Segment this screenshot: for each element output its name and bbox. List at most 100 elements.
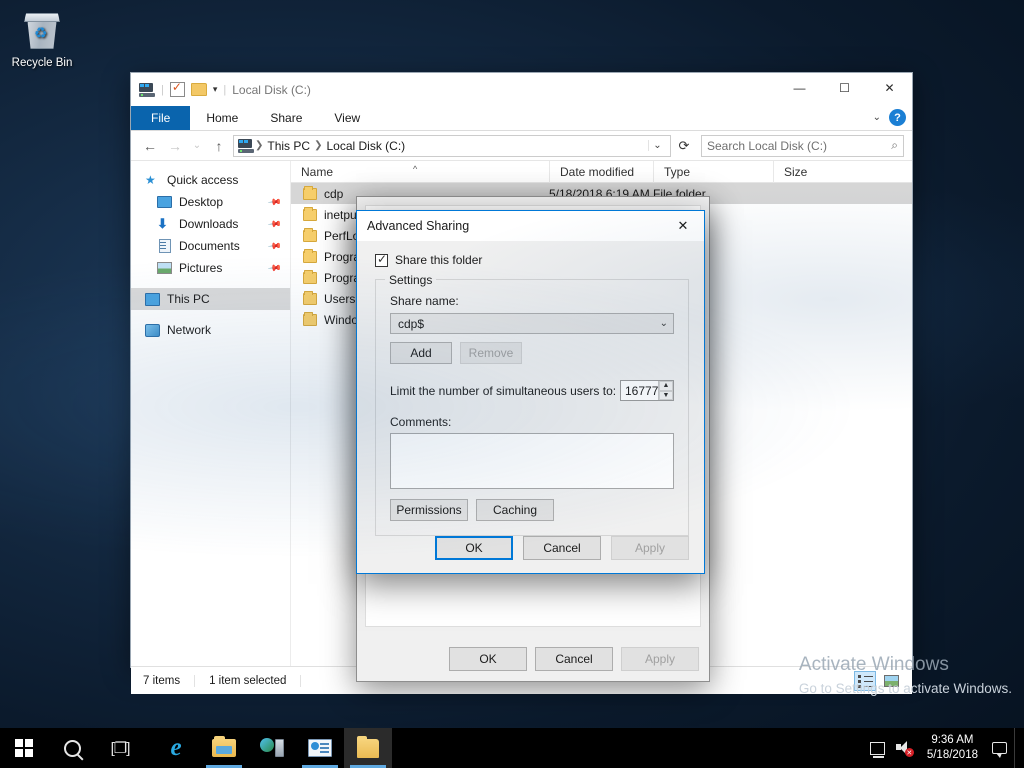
system-tray[interactable]: ✕ 9:36 AM 5/18/2018	[865, 728, 1024, 768]
sidebar-item-this-pc[interactable]: This PC	[131, 288, 290, 310]
this-pc-icon[interactable]	[139, 83, 155, 97]
search-icon[interactable]: ⌕	[891, 138, 898, 153]
column-header-date-modified[interactable]: Date modified	[549, 161, 653, 183]
cancel-button[interactable]: Cancel	[523, 536, 601, 560]
share-this-folder-checkbox[interactable]	[375, 254, 388, 267]
tab-view[interactable]: View	[318, 106, 376, 130]
tab-file[interactable]: File	[131, 106, 190, 130]
recent-locations-button[interactable]: ⌄	[189, 140, 205, 151]
comments-textarea[interactable]	[390, 433, 674, 489]
desktop-icon-recycle-bin[interactable]: ♻ Recycle Bin	[6, 8, 78, 69]
view-mode-buttons[interactable]	[854, 671, 902, 691]
file-name: cdp	[324, 187, 343, 201]
taskbar-file-explorer[interactable]	[200, 728, 248, 768]
back-button[interactable]: ←	[139, 138, 161, 154]
spinner-buttons[interactable]: ▲ ▼	[658, 381, 673, 400]
breadcrumb[interactable]: ❯ This PC ❯ Local Disk (C:) ⌄	[233, 135, 671, 157]
properties-icon[interactable]	[170, 82, 185, 97]
permissions-button[interactable]: Permissions	[390, 499, 468, 521]
breadcrumb-local-disk[interactable]: Local Disk (C:)	[323, 139, 408, 153]
sidebar-item-documents[interactable]: Documents 📌	[131, 235, 290, 257]
close-icon[interactable]: ✕	[662, 212, 704, 241]
share-name-combobox[interactable]: cdp$ ⌄	[390, 313, 674, 334]
advanced-sharing-dialog[interactable]: Advanced Sharing ✕ Share this folder Set…	[356, 210, 705, 574]
ribbon-right-controls[interactable]: ⌄ ?	[873, 109, 906, 126]
column-header-name[interactable]: Name ^	[291, 161, 549, 183]
breadcrumb-this-pc[interactable]: This PC	[264, 139, 313, 153]
advanced-sharing-footer[interactable]: OK Cancel Apply	[357, 523, 704, 573]
details-view-button[interactable]	[854, 671, 876, 691]
taskbar[interactable]: [❐] e ✕ 9:36 AM 5/18/2018	[0, 728, 1024, 768]
properties-dialog-buttons[interactable]: OK Cancel Apply	[449, 647, 699, 671]
forward-button[interactable]: →	[164, 138, 186, 154]
window-controls[interactable]: — ☐ ✕	[777, 73, 912, 102]
sidebar-item-downloads[interactable]: ⬇ Downloads 📌	[131, 213, 290, 235]
advanced-sharing-title-bar[interactable]: Advanced Sharing ✕	[357, 211, 704, 241]
show-desktop-button[interactable]	[1014, 728, 1020, 768]
address-bar[interactable]: ← → ⌄ ↑ ❯ This PC ❯ Local Disk (C:) ⌄ ⟳ …	[131, 131, 912, 160]
taskbar-internet-explorer[interactable]: e	[152, 728, 200, 768]
user-limit-value[interactable]: 16777	[621, 384, 658, 398]
volume-tray-button[interactable]: ✕	[891, 728, 917, 768]
chevron-down-icon[interactable]: ⌄	[873, 112, 881, 123]
window-title: Local Disk (C:)	[232, 83, 311, 97]
action-center-button[interactable]	[988, 728, 1014, 768]
desktop[interactable]: ♻ Recycle Bin | ▾ | Local Disk (C:) — ☐ …	[0, 0, 1024, 768]
help-icon[interactable]: ?	[889, 109, 906, 126]
chevron-down-icon[interactable]: ⌄	[660, 318, 668, 329]
folder-icon	[303, 209, 317, 221]
task-view-button[interactable]: [❐]	[96, 728, 144, 768]
quick-access-toolbar[interactable]: | ▾ |	[139, 82, 226, 97]
start-button[interactable]	[0, 728, 48, 768]
pin-icon[interactable]: 📌	[267, 238, 283, 254]
user-limit-spinner[interactable]: 16777 ▲ ▼	[620, 380, 674, 401]
pin-icon[interactable]: 📌	[267, 216, 283, 232]
pin-icon[interactable]: 📌	[267, 260, 283, 276]
refresh-icon[interactable]: ⟳	[674, 138, 694, 154]
up-button[interactable]: ↑	[208, 138, 230, 154]
pin-icon[interactable]: 📌	[267, 194, 283, 210]
spinner-down-icon[interactable]: ▼	[659, 391, 673, 401]
tab-home[interactable]: Home	[190, 106, 254, 130]
sidebar-item-desktop[interactable]: Desktop 📌	[131, 191, 290, 213]
customize-chevron-icon[interactable]: ▾	[213, 84, 218, 95]
taskbar-folder-window[interactable]	[344, 728, 392, 768]
sidebar-item-network[interactable]: Network	[131, 319, 290, 341]
minimize-button[interactable]: —	[777, 73, 822, 102]
large-icons-view-button[interactable]	[880, 671, 902, 691]
taskbar-server-manager[interactable]	[248, 728, 296, 768]
user-limit-label: Limit the number of simultaneous users t…	[390, 384, 616, 398]
address-dropdown-icon[interactable]: ⌄	[648, 140, 666, 151]
explorer-title-bar[interactable]: | ▾ | Local Disk (C:) — ☐ ✕	[131, 73, 912, 106]
action-center-icon	[992, 742, 1007, 754]
qat-separator: |	[161, 84, 164, 96]
close-button[interactable]: ✕	[867, 73, 912, 102]
network-tray-button[interactable]	[865, 728, 891, 768]
column-headers[interactable]: Name ^ Date modified Type Size	[291, 161, 912, 183]
clock[interactable]: 9:36 AM 5/18/2018	[917, 733, 988, 763]
spinner-up-icon[interactable]: ▲	[659, 381, 673, 391]
ok-button[interactable]: OK	[435, 536, 513, 560]
column-header-size[interactable]: Size	[773, 161, 853, 183]
tab-share[interactable]: Share	[254, 106, 318, 130]
taskbar-presentation-app[interactable]	[296, 728, 344, 768]
share-this-folder-checkbox-row[interactable]: Share this folder	[375, 253, 689, 267]
sidebar-item-quick-access[interactable]: ★ Quick access	[131, 169, 290, 191]
download-icon: ⬇	[157, 216, 173, 232]
caching-button[interactable]: Caching	[476, 499, 554, 521]
sidebar-item-pictures[interactable]: Pictures 📌	[131, 257, 290, 279]
ribbon-tabs[interactable]: File Home Share View ⌄ ?	[131, 106, 912, 131]
breadcrumb-separator-2: ❯	[313, 140, 323, 151]
maximize-button[interactable]: ☐	[822, 73, 867, 102]
properties-cancel-button[interactable]: Cancel	[535, 647, 613, 671]
new-folder-icon[interactable]	[191, 83, 207, 96]
search-input[interactable]: Search Local Disk (C:) ⌕	[701, 135, 904, 157]
properties-ok-button[interactable]: OK	[449, 647, 527, 671]
add-button[interactable]: Add	[390, 342, 452, 364]
permission-buttons[interactable]: Permissions Caching	[390, 499, 674, 521]
taskbar-search-button[interactable]	[48, 728, 96, 768]
sidebar-label: Quick access	[167, 173, 238, 187]
share-name-buttons[interactable]: Add Remove	[390, 342, 674, 364]
navigation-pane[interactable]: ★ Quick access Desktop 📌 ⬇ Downloads 📌 D…	[131, 161, 291, 666]
column-header-type[interactable]: Type	[653, 161, 773, 183]
